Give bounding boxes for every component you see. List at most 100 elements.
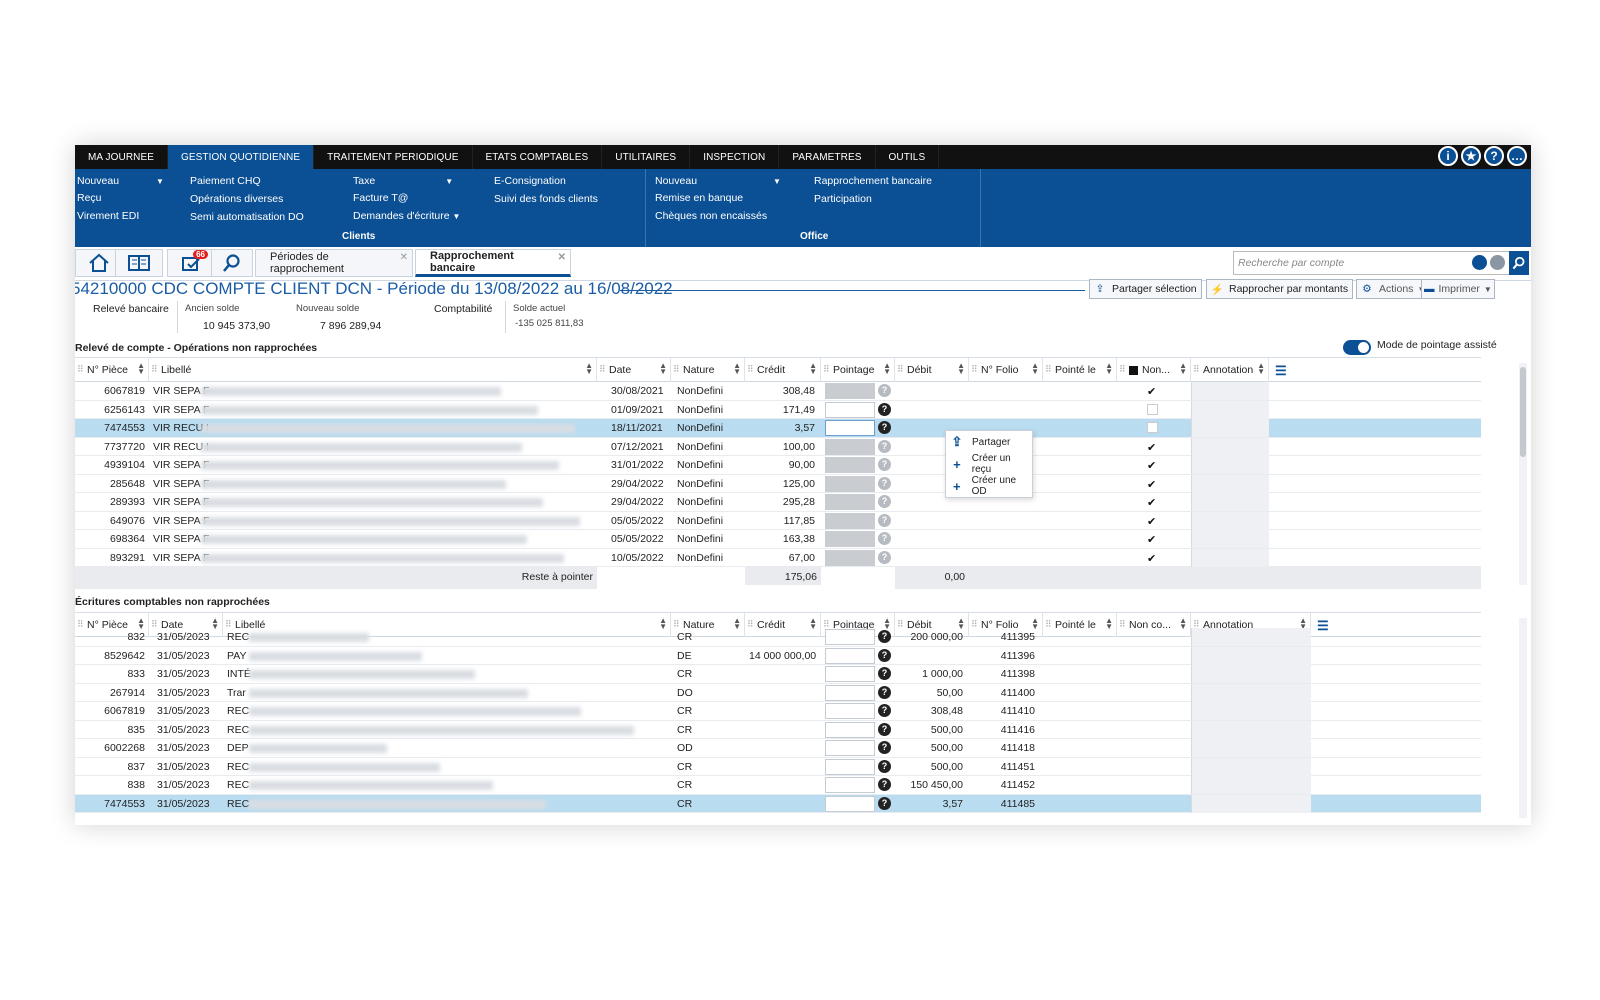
col-header-annotation[interactable]: Annotation▲▼ — [1191, 358, 1269, 382]
checkbox[interactable] — [1147, 403, 1158, 415]
pointage-input[interactable] — [825, 666, 875, 682]
help-icon[interactable]: ? — [878, 439, 891, 453]
menu-item-partager[interactable]: ⇪ Partager — [946, 431, 1032, 453]
annotation-cell[interactable] — [1191, 702, 1311, 720]
ribbon-suivi-fonds[interactable]: Suivi des fonds clients — [494, 193, 598, 205]
ribbon-participation[interactable]: Participation — [814, 193, 872, 205]
more-icon[interactable]: … — [1507, 146, 1527, 166]
actions-button[interactable]: ⚙Actions▼ — [1356, 279, 1431, 299]
pointage-input[interactable] — [825, 401, 875, 418]
col-header-pointe-le[interactable]: Pointé le▲▼ — [1043, 358, 1117, 382]
col-header-debit[interactable]: Débit▲▼ — [895, 358, 969, 382]
pointage-box[interactable] — [825, 457, 875, 473]
ribbon-office-nouveau[interactable]: Nouveau ▼ — [655, 175, 781, 187]
checkmark-icon[interactable]: ✔ — [1147, 515, 1156, 528]
table-row[interactable]: 6067819 31/05/2023 REC CR? 308,48 411410 — [75, 702, 1481, 721]
col-header-pointage[interactable]: Pointage▲▼ — [821, 358, 895, 382]
ribbon-recu[interactable]: Reçu — [77, 192, 102, 204]
ribbon-rapprochement-bancaire[interactable]: Rapprochement bancaire — [814, 175, 932, 187]
help-icon[interactable]: ? — [878, 685, 891, 699]
help-icon[interactable]: ? — [878, 648, 891, 662]
checkmark-icon[interactable]: ✔ — [1147, 552, 1156, 565]
help-icon[interactable]: ? — [878, 402, 891, 416]
annotation-cell[interactable] — [1191, 646, 1311, 665]
col-header-nature[interactable]: Nature▲▼ — [671, 358, 745, 382]
book-icon[interactable] — [115, 249, 163, 277]
table-row[interactable]: 4939104 VIR SEPA F 31/01/2022 NonDefini 90,0… — [75, 456, 1481, 475]
annotation-cell[interactable] — [1191, 757, 1311, 776]
help-icon[interactable]: ? — [878, 796, 891, 810]
info-icon[interactable]: i — [1438, 146, 1458, 166]
col-header-non[interactable]: Non...▲▼ — [1117, 358, 1191, 382]
ribbon-demandes-ecriture[interactable]: Demandes d'écriture ▼ — [353, 210, 460, 222]
ribbon-operations-diverses[interactable]: Opérations diverses — [190, 193, 283, 205]
col-header-date[interactable]: Date▲▼ — [597, 358, 671, 382]
table-row[interactable]: 7737720 VIR RECU I 07/12/2021 NonDefini 100,… — [75, 437, 1481, 456]
close-icon[interactable]: ✕ — [400, 252, 408, 263]
annotation-cell[interactable] — [1191, 456, 1269, 474]
help-icon[interactable]: ? — [878, 630, 891, 643]
nav-tab-etats-comptables[interactable]: ETATS COMPTABLES — [473, 145, 603, 169]
table-row[interactable]: 835 31/05/2023 REC CR? 500,00 411416 — [75, 720, 1481, 739]
help-icon[interactable]: ? — [878, 476, 891, 490]
help-icon[interactable]: ? — [878, 458, 891, 471]
help-icon[interactable]: ? — [878, 778, 891, 791]
help-icon[interactable]: ? — [1484, 146, 1504, 166]
annotation-cell[interactable] — [1191, 683, 1311, 702]
annotation-cell[interactable] — [1191, 548, 1269, 567]
checkmark-icon[interactable]: ✔ — [1147, 459, 1156, 472]
ribbon-semi-automatisation[interactable]: Semi automatisation DO — [190, 211, 304, 223]
checkmark-icon[interactable]: ✔ — [1147, 441, 1156, 454]
ribbon-remise-banque[interactable]: Remise en banque — [655, 192, 743, 204]
annotation-cell[interactable] — [1191, 530, 1269, 548]
pointage-box[interactable] — [825, 383, 875, 399]
nav-tab-parametres[interactable]: PARAMETRES — [779, 145, 876, 169]
checkmark-icon[interactable]: ✔ — [1147, 496, 1156, 509]
nav-tab-outils[interactable]: OUTILS — [876, 145, 940, 169]
col-header-credit[interactable]: Crédit▲▼ — [745, 358, 821, 382]
help-icon[interactable]: ? — [878, 513, 891, 527]
pointage-input[interactable] — [825, 721, 875, 738]
table-row[interactable]: 6067819 VIR SEPA F 30/08/2021 NonDefini 308,… — [75, 382, 1481, 401]
table-row[interactable]: 833 31/05/2023 INTÉ CR? 1 000,00 411398 — [75, 665, 1481, 684]
account-search-input[interactable]: Recherche par compte — [1233, 251, 1511, 275]
pointage-box[interactable] — [825, 475, 875, 492]
grid1-scrollbar[interactable] — [1519, 363, 1527, 585]
table-row[interactable]: 267914 31/05/2023 Trar DO? 50,00 411400 — [75, 683, 1481, 702]
help-icon[interactable]: ? — [878, 532, 891, 545]
annotation-cell[interactable] — [1191, 511, 1269, 530]
help-icon[interactable]: ? — [878, 759, 891, 773]
table-row[interactable]: 8529642 31/05/2023 PAY DE 14 000 000,00? 4113… — [75, 646, 1481, 665]
match-by-amount-button[interactable]: ⚡ Rapprocher par montants — [1206, 279, 1354, 299]
table-row[interactable]: 838 31/05/2023 REC CR? 150 450,00 411452 — [75, 776, 1481, 795]
nav-tab-gestion-quotidienne[interactable]: GESTION QUOTIDIENNE — [168, 145, 315, 169]
ribbon-e-consignation[interactable]: E-Consignation — [494, 175, 566, 187]
ribbon-taxe[interactable]: Taxe ▼ — [353, 175, 453, 187]
ribbon-facture[interactable]: Facture T@ — [353, 192, 408, 204]
pointage-input[interactable] — [825, 420, 875, 436]
pointage-box[interactable] — [825, 531, 875, 547]
column-menu-icon[interactable]: ☰ — [1275, 363, 1287, 379]
assisted-mode-toggle[interactable] — [1343, 340, 1371, 355]
col-header-libelle[interactable]: Libellé▲▼ — [149, 358, 597, 382]
tab-periodes-rapprochement[interactable]: Périodes de rapprochement ✕ — [255, 249, 413, 277]
table-row[interactable]: 7474553 VIR RECU I 18/11/2021 NonDefini 3,57… — [75, 419, 1481, 438]
help-icon[interactable]: ? — [878, 704, 891, 717]
checkbox[interactable] — [1147, 422, 1158, 433]
pointage-box[interactable] — [825, 512, 875, 529]
annotation-cell[interactable] — [1191, 437, 1269, 456]
table-row[interactable]: 6002268 31/05/2023 DEP OD? 500,00 411418 — [75, 739, 1481, 758]
tasks-icon[interactable]: 66 — [167, 249, 215, 277]
help-icon[interactable]: ? — [878, 421, 891, 434]
nav-tab-traitement-periodique[interactable]: TRAITEMENT PERIODIQUE — [314, 145, 473, 169]
annotation-cell[interactable] — [1191, 493, 1269, 511]
table-row[interactable]: 649076 VIR SEPA F 05/05/2022 NonDefini 117,8… — [75, 511, 1481, 530]
pointage-input[interactable] — [825, 758, 875, 775]
checkmark-icon[interactable]: ✔ — [1147, 533, 1156, 546]
checkmark-icon[interactable]: ✔ — [1147, 478, 1156, 491]
pointage-input[interactable] — [825, 740, 875, 756]
table-row[interactable]: 6256143 VIR SEPA F 01/09/2021 NonDefini 171,… — [75, 400, 1481, 419]
table-row[interactable]: 285648 VIR SEPA F 29/04/2022 NonDefini 125,0… — [75, 474, 1481, 493]
pointage-input[interactable] — [825, 647, 875, 664]
table-row[interactable]: 7474553 31/05/2023 REC CR? 3,57 411485 — [75, 794, 1481, 813]
